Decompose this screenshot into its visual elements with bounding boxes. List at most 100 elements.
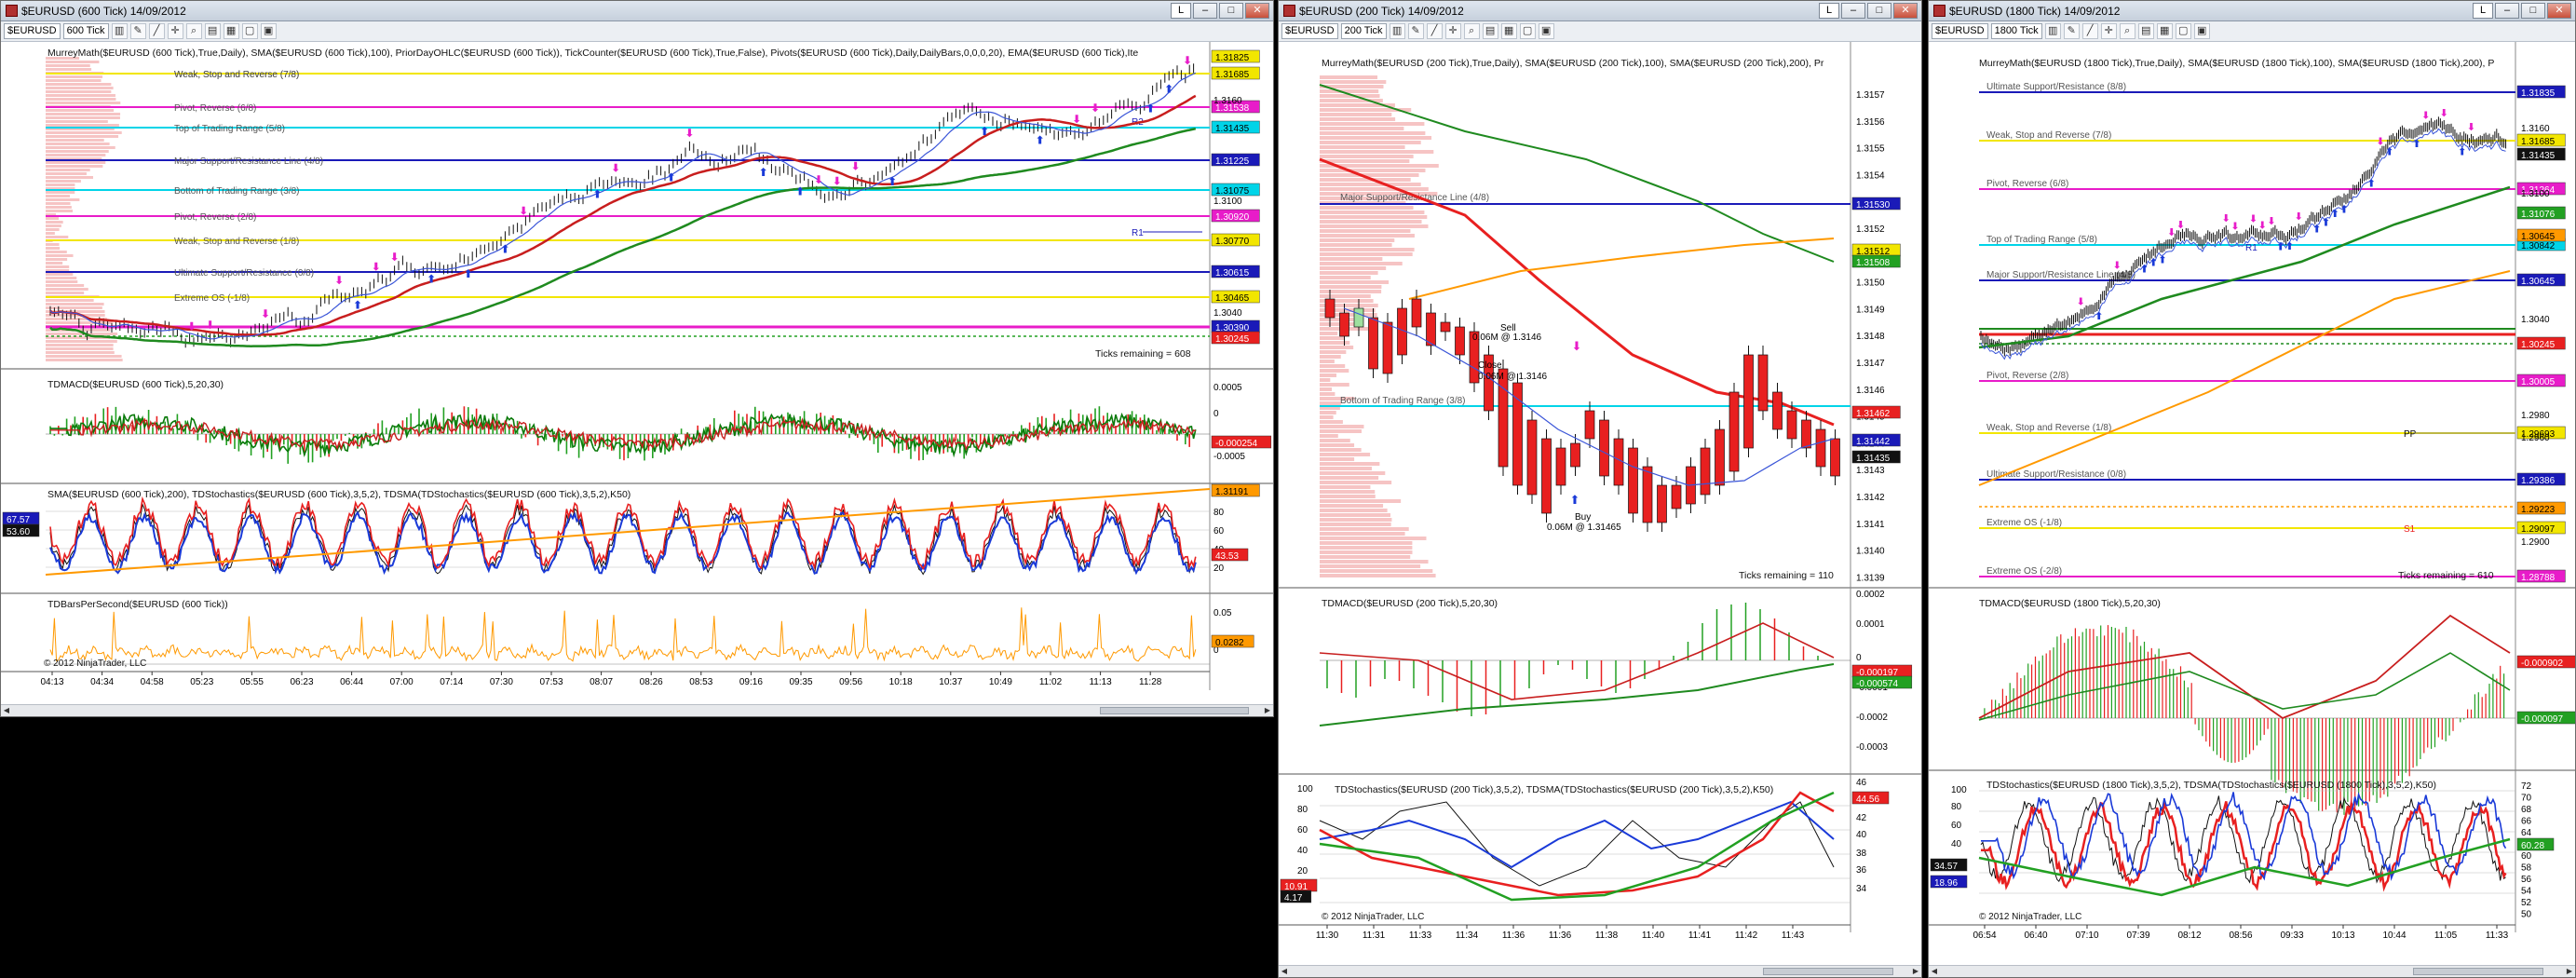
volume-profile-bar bbox=[1320, 229, 1411, 233]
volume-profile-bar bbox=[46, 94, 115, 97]
candle bbox=[1815, 428, 1826, 468]
volume-profile-bar bbox=[1320, 420, 1343, 424]
buy-arrow-icon: ⬆ bbox=[2149, 258, 2158, 269]
scroll-left-icon[interactable]: ◀ bbox=[1279, 966, 1290, 977]
volume-profile-bar bbox=[46, 232, 55, 235]
stoch-value-tag: 1.31191 bbox=[1215, 487, 1249, 497]
volume-profile-bar bbox=[1320, 75, 1378, 79]
stoch-tick: 64 bbox=[2521, 828, 2532, 838]
time-tick: 08:26 bbox=[640, 677, 663, 687]
stoch-sma-line bbox=[1319, 791, 1835, 902]
volume-profile-bar bbox=[46, 265, 70, 268]
sell-arrow-icon: ⬇ bbox=[685, 127, 694, 140]
volume-profile-bar bbox=[46, 351, 115, 354]
stoch-left-tick: 100 bbox=[1297, 784, 1313, 795]
time-tick: 08:12 bbox=[2177, 930, 2201, 941]
volume-profile-bar bbox=[46, 64, 90, 67]
macd-signal-line bbox=[50, 412, 1197, 458]
mm-label: Pivot, Reverse (6/8) bbox=[174, 103, 256, 114]
time-tick: 04:34 bbox=[90, 677, 114, 687]
chart-window-200-tick[interactable]: $EURUSD (200 Tick) 14/09/2012 L – □ ✕ $EURU… bbox=[1278, 0, 1922, 978]
candle bbox=[1743, 354, 1754, 449]
volume-profile-bar bbox=[46, 210, 74, 212]
horizontal-scrollbar[interactable]: ◀ ▶ bbox=[1, 704, 1273, 716]
stoch-d-line bbox=[1319, 800, 1835, 869]
volume-profile-bar bbox=[46, 195, 71, 197]
volume-profile-bar bbox=[46, 75, 103, 78]
price-tick: 1.3148 bbox=[1856, 332, 1885, 342]
volume-profile-bar bbox=[1320, 453, 1371, 456]
time-tick: 07:39 bbox=[2126, 930, 2149, 941]
chart-window-600-tick[interactable]: $EURUSD (600 Tick) 14/09/2012 L – □ ✕ $EURU… bbox=[0, 0, 1274, 717]
scroll-right-icon[interactable]: ▶ bbox=[2564, 966, 2575, 977]
buy-arrow-icon: ⬆ bbox=[2285, 241, 2294, 252]
stoch-tick: 34 bbox=[1856, 884, 1867, 894]
volume-profile-bar bbox=[1320, 425, 1364, 428]
pivot-label: R1 bbox=[2245, 243, 2257, 253]
horizontal-scrollbar[interactable]: ◀ ▶ bbox=[1929, 965, 2575, 977]
candle bbox=[1440, 321, 1451, 333]
sell-arrow-icon: ⬇ bbox=[2222, 213, 2230, 224]
price-tick: 1.3040 bbox=[1213, 308, 1242, 319]
stoch-left-tag: 34.57 bbox=[1934, 862, 1958, 872]
sell-arrow-icon: ⬇ bbox=[1072, 113, 1081, 126]
volume-profile-bar bbox=[1320, 211, 1425, 214]
horizontal-scrollbar[interactable]: ◀ ▶ bbox=[1279, 965, 1921, 977]
time-tick: 11:30 bbox=[1316, 930, 1339, 941]
mm-price-tag: 1.31075 bbox=[1215, 186, 1250, 197]
volume-profile-bar bbox=[1320, 341, 1350, 345]
volume-profile-bar bbox=[46, 131, 122, 134]
mm-price-tag: 1.29097 bbox=[2521, 524, 2556, 535]
stoch-value-tag: 43.53 bbox=[1215, 551, 1239, 562]
chart-canvas[interactable]: 1.31571.31561.31551.31541.31531.31521.31… bbox=[1279, 1, 1922, 978]
volume-profile-bar bbox=[46, 340, 117, 343]
stoch-left-tag: 18.96 bbox=[1934, 878, 1958, 889]
sell-arrow-icon: ⬇ bbox=[519, 205, 528, 218]
stochastics-label: TDStochastics($EURUSD (200 Tick),3,5,2),… bbox=[1335, 784, 1774, 795]
macd-value-tag: -0.000574 bbox=[1856, 679, 1898, 689]
sell-arrow-icon: ⬇ bbox=[2230, 222, 2239, 233]
chart-window-1800-tick[interactable]: $EURUSD (1800 Tick) 14/09/2012 L – □ ✕ $EUR… bbox=[1928, 0, 2576, 978]
volume-profile-bar bbox=[1320, 499, 1402, 503]
volume-profile-bar bbox=[46, 109, 115, 112]
time-tick: 09:35 bbox=[789, 677, 812, 687]
time-tick: 07:10 bbox=[2075, 930, 2098, 941]
scroll-thumb[interactable] bbox=[1100, 707, 1249, 714]
mm-price-tag: 1.31530 bbox=[1856, 200, 1891, 211]
volume-profile-bar bbox=[1320, 215, 1428, 219]
buy-arrow-icon: ⬆ bbox=[980, 125, 989, 138]
volume-profile-bar bbox=[46, 150, 109, 153]
volume-profile-bar bbox=[1320, 131, 1426, 135]
time-tick: 10:13 bbox=[2331, 930, 2354, 941]
chart-canvas[interactable]: Ultimate Support/Resistance (8/8) 1.31835… bbox=[1929, 1, 2576, 978]
scroll-left-icon[interactable]: ◀ bbox=[1929, 966, 1940, 977]
time-tick: 09:56 bbox=[839, 677, 862, 687]
scroll-thumb[interactable] bbox=[2413, 968, 2543, 975]
volume-profile-bar bbox=[1320, 183, 1421, 186]
volume-profile-bar bbox=[46, 169, 90, 171]
mm-price-tag: 1.29386 bbox=[2521, 476, 2556, 486]
price-tick: 1.3040 bbox=[2521, 315, 2550, 325]
scroll-right-icon[interactable]: ▶ bbox=[1262, 705, 1273, 716]
sell-arrow-icon: ⬇ bbox=[2421, 110, 2430, 121]
stoch-tick: 42 bbox=[1856, 813, 1867, 823]
buy-arrow-icon: ⬆ bbox=[795, 185, 805, 198]
time-tick: 07:14 bbox=[440, 677, 463, 687]
scroll-thumb[interactable] bbox=[1763, 968, 1893, 975]
scroll-right-icon[interactable]: ▶ bbox=[1910, 966, 1921, 977]
scroll-left-icon[interactable]: ◀ bbox=[1, 705, 12, 716]
volume-profile-bar bbox=[46, 79, 102, 82]
volume-profile-bar bbox=[46, 247, 61, 250]
volume-profile-bar bbox=[46, 68, 92, 71]
trade-label-close: Close bbox=[1478, 360, 1502, 371]
volume-profile-bar bbox=[1320, 476, 1379, 480]
time-tick: 05:23 bbox=[190, 677, 213, 687]
buy-arrow-icon: ⬆ bbox=[1146, 102, 1155, 115]
mm-price-tag: 1.30615 bbox=[1215, 268, 1250, 278]
volume-profile-bar bbox=[1320, 490, 1376, 494]
time-tick: 09:16 bbox=[739, 677, 763, 687]
mm-label: Extreme OS (-1/8) bbox=[174, 293, 250, 304]
time-tick: 06:40 bbox=[2024, 930, 2047, 941]
volume-profile-bar bbox=[1320, 485, 1371, 489]
time-tick: 11:42 bbox=[1735, 930, 1758, 941]
